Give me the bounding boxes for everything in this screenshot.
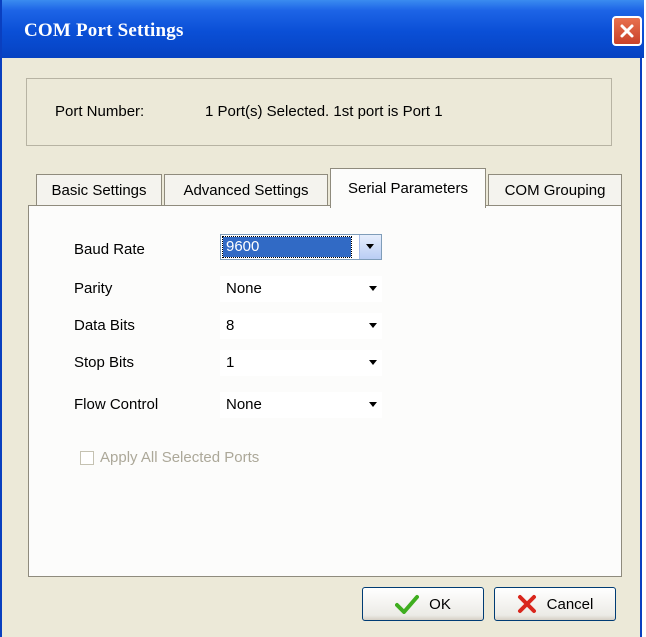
com-port-settings-window: COM Port Settings Port Number: 1 Port(s)… [0,0,644,637]
checkmark-icon [395,595,420,614]
apply-all-checkbox[interactable] [80,451,94,465]
tab-com-grouping[interactable]: COM Grouping [488,174,622,206]
close-icon [620,24,634,38]
cancel-label: Cancel [546,595,594,613]
parity-label: Parity [74,280,113,297]
tab-label: Basic Settings [51,182,147,199]
serial-parameters-panel [28,205,622,577]
tab-advanced-settings[interactable]: Advanced Settings [164,174,328,206]
ok-button[interactable]: OK [362,587,484,621]
stop-bits-select[interactable]: 1 [220,350,382,376]
flow-control-select[interactable]: None [220,392,382,418]
chevron-down-icon [369,286,377,291]
tab-basic-settings[interactable]: Basic Settings [36,174,162,206]
port-number-group: Port Number: 1 Port(s) Selected. 1st por… [26,78,612,146]
ok-label: OK [429,595,451,613]
baud-rate-label: Baud Rate [74,241,145,258]
baud-rate-value: 9600 [222,236,352,258]
parity-select[interactable]: None [220,276,382,302]
tab-label: Advanced Settings [183,182,309,199]
chevron-down-icon [369,402,377,407]
data-bits-label: Data Bits [74,317,135,334]
flow-control-label: Flow Control [74,396,159,413]
tab-label: Serial Parameters [347,180,469,197]
baud-rate-dropdown-button[interactable] [359,235,381,259]
baud-rate-select[interactable]: 9600 [220,234,382,260]
chevron-down-icon [366,244,374,249]
chevron-down-icon [369,323,377,328]
flow-control-value: None [226,396,262,413]
stop-bits-label: Stop Bits [74,354,135,371]
chevron-down-icon [369,360,377,365]
title-bar[interactable]: COM Port Settings [2,0,644,58]
window-title: COM Port Settings [24,20,184,41]
port-number-value: 1 Port(s) Selected. 1st port is Port 1 [205,103,443,120]
apply-all-label: Apply All Selected Ports [100,449,260,466]
data-bits-value: 8 [226,317,235,334]
port-number-label: Port Number: [55,103,145,120]
close-button[interactable] [612,16,642,46]
tab-label: COM Grouping [504,182,606,199]
cancel-x-icon [517,595,536,613]
data-bits-select[interactable]: 8 [220,313,382,339]
tab-serial-parameters[interactable]: Serial Parameters [330,168,486,208]
stop-bits-value: 1 [226,354,235,371]
parity-value: None [226,280,262,297]
cancel-button[interactable]: Cancel [494,587,616,621]
